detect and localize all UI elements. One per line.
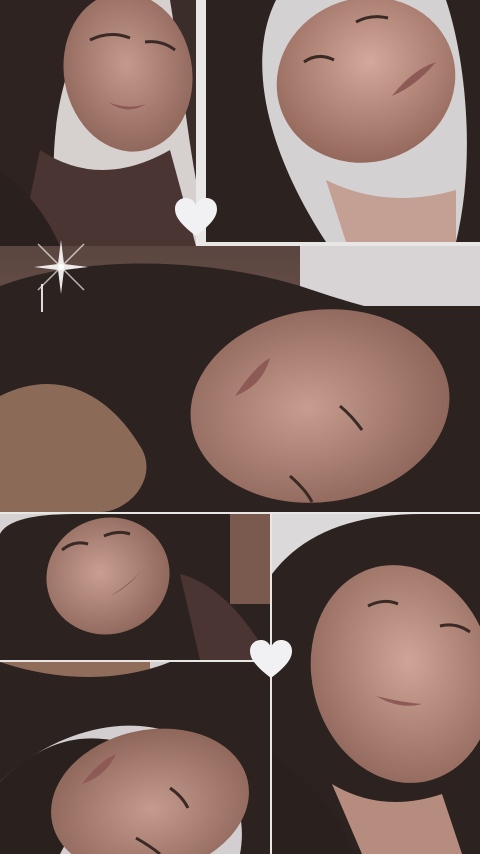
collage-canvas <box>0 0 480 854</box>
photo-bottom-left-upper <box>0 514 270 660</box>
text-cursor-mark <box>41 284 43 312</box>
sparkle-icon <box>26 232 96 302</box>
photo-top-right <box>206 0 480 242</box>
portrait-image <box>0 0 196 246</box>
portrait-image <box>206 0 480 242</box>
photo-top-left <box>0 0 196 246</box>
photo-bottom-left-lower <box>0 662 270 854</box>
photo-bottom-right <box>272 514 480 854</box>
portrait-image <box>272 514 480 854</box>
heart-icon <box>248 638 294 680</box>
portrait-image <box>0 662 270 854</box>
heart-icon <box>173 196 219 238</box>
portrait-image <box>0 514 270 660</box>
